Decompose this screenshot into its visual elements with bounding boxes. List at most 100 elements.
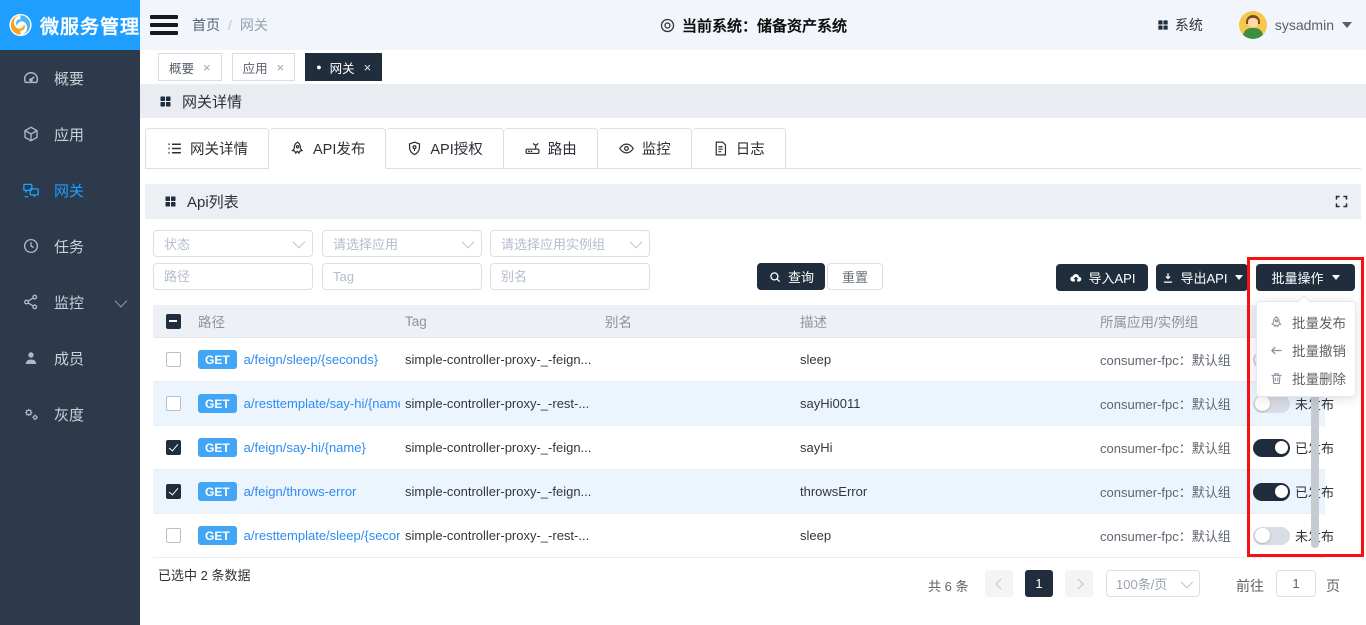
menu-item-batch-publish[interactable]: 批量发布 — [1257, 308, 1355, 336]
trash-icon — [1269, 371, 1284, 386]
hamburger-icon[interactable] — [150, 15, 178, 35]
sidebar-item-label: 应用 — [54, 124, 84, 145]
api-path-link[interactable]: a/feign/sleep/{seconds} — [244, 352, 378, 367]
api-path-link[interactable]: a/feign/say-hi/{name} — [244, 440, 366, 455]
api-path-link[interactable]: a/resttemplate/sleep/{seconc — [244, 528, 400, 543]
reset-button[interactable]: 重置 — [827, 263, 883, 290]
sidebar-item-overview[interactable]: 概要 — [0, 50, 140, 106]
path-input[interactable] — [153, 263, 313, 290]
select-placeholder: 请选择应用实例组 — [501, 234, 605, 253]
goto-page-input[interactable] — [1276, 570, 1316, 597]
import-api-button[interactable]: 导入API — [1056, 264, 1148, 291]
page-title: 网关详情 — [182, 91, 242, 112]
sidebar-item-gateway[interactable]: 网关 — [0, 162, 140, 218]
grid-icon — [163, 194, 178, 209]
row-checkbox[interactable] — [166, 440, 181, 455]
page-size-select[interactable]: 100条/页 — [1106, 570, 1200, 597]
batch-actions-button[interactable]: 批量操作 — [1256, 264, 1355, 291]
tag-tab-overview[interactable]: 概要 × — [158, 53, 222, 81]
tab-api-auth[interactable]: API授权 — [386, 128, 503, 169]
avatar[interactable] — [1239, 11, 1267, 39]
tab-api-publish[interactable]: API发布 — [269, 128, 386, 169]
gears-icon — [22, 405, 40, 423]
sidebar-item-members[interactable]: 成员 — [0, 330, 140, 386]
sidebar-item-gray[interactable]: 灰度 — [0, 386, 140, 442]
tab-gateway-detail[interactable]: 网关详情 — [145, 128, 269, 169]
app-cell: consumer-fpc：默认组 — [1095, 394, 1245, 413]
row-checkbox[interactable] — [166, 484, 181, 499]
tab-log[interactable]: 日志 — [692, 128, 786, 169]
publish-toggle[interactable] — [1253, 527, 1290, 545]
row-checkbox[interactable] — [166, 396, 181, 411]
tab-route[interactable]: 路由 — [504, 128, 598, 169]
row-checkbox[interactable] — [166, 528, 181, 543]
next-page-button[interactable] — [1065, 570, 1093, 597]
swirl-icon — [8, 9, 33, 41]
fullscreen-icon[interactable] — [1334, 194, 1349, 209]
column-tag: Tag — [400, 314, 600, 329]
alias-input[interactable] — [490, 263, 650, 290]
close-icon[interactable]: × — [364, 60, 372, 75]
app-logo: 微服务管理 — [0, 0, 140, 50]
prev-page-button[interactable] — [985, 570, 1013, 597]
instance-group-select[interactable]: 请选择应用实例组 — [490, 230, 650, 257]
search-label: 查询 — [788, 267, 814, 286]
close-icon[interactable]: × — [277, 60, 285, 75]
desc-cell: sayHi — [795, 440, 1095, 455]
chevron-down-icon — [630, 236, 643, 249]
publish-toggle[interactable] — [1253, 439, 1290, 457]
tab-label: 监控 — [642, 138, 671, 159]
menu-item-batch-revoke[interactable]: 批量撤销 — [1257, 336, 1355, 364]
status-select[interactable]: 状态 — [153, 230, 313, 257]
publish-toggle[interactable] — [1253, 483, 1290, 501]
tab-monitor[interactable]: 监控 — [598, 128, 692, 169]
system-menu-button[interactable]: 系统 — [1156, 15, 1203, 35]
tag-input[interactable] — [322, 263, 482, 290]
sidebar-item-apps[interactable]: 应用 — [0, 106, 140, 162]
table-row: GETa/feign/throws-error simple-controlle… — [153, 470, 1325, 514]
tag-label: 概要 — [169, 58, 194, 77]
tag-label: 应用 — [243, 58, 268, 77]
user-icon — [22, 349, 40, 367]
app-select[interactable]: 请选择应用 — [322, 230, 482, 257]
tab-label: 网关详情 — [190, 138, 248, 159]
search-button[interactable]: 查询 — [757, 263, 825, 290]
caret-down-icon[interactable] — [1342, 22, 1352, 28]
desc-cell: throwsError — [795, 484, 1095, 499]
export-api-button[interactable]: 导出API — [1156, 264, 1248, 291]
table-scrollbar[interactable] — [1311, 389, 1319, 548]
app-title: 微服务管理 — [40, 12, 140, 39]
page-number-button[interactable]: 1 — [1025, 570, 1053, 597]
table-header: 路径 Tag 别名 描述 所属应用/实例组 — [153, 305, 1325, 338]
api-path-link[interactable]: a/resttemplate/say-hi/{name} — [244, 396, 400, 411]
sidebar: 微服务管理 概要 应用 网关 任务 监控 成员 灰度 — [0, 0, 140, 625]
sidebar-item-tasks[interactable]: 任务 — [0, 218, 140, 274]
publish-toggle[interactable] — [1253, 395, 1290, 413]
sidebar-item-monitor[interactable]: 监控 — [0, 274, 140, 330]
sidebar-item-label: 概要 — [54, 68, 84, 89]
api-list-title: Api列表 — [187, 191, 239, 212]
nodes-icon — [22, 293, 40, 311]
tag-cell: simple-controller-proxy-_-rest-... — [400, 396, 600, 411]
username[interactable]: sysadmin — [1275, 17, 1334, 33]
column-app: 所属应用/实例组 — [1095, 311, 1245, 331]
topbar-right: 系统 sysadmin — [1156, 11, 1366, 39]
current-system-text: 当前系统：储备资产系统 — [682, 15, 847, 36]
log-icon — [712, 140, 729, 157]
api-path-link[interactable]: a/feign/throws-error — [244, 484, 357, 499]
row-checkbox[interactable] — [166, 352, 181, 367]
menu-item-label: 批量撤销 — [1292, 340, 1346, 360]
tag-tab-apps[interactable]: 应用 × — [232, 53, 296, 81]
tab-label: 日志 — [736, 138, 765, 159]
column-alias: 别名 — [600, 311, 795, 331]
grid-icon — [1156, 18, 1170, 32]
menu-item-batch-delete[interactable]: 批量删除 — [1257, 364, 1355, 392]
breadcrumb-current: 网关 — [240, 15, 268, 35]
goto-suffix: 页 — [1326, 576, 1340, 596]
close-icon[interactable]: × — [203, 60, 211, 75]
select-all-checkbox[interactable] — [166, 314, 181, 329]
desc-cell: sleep — [795, 528, 1095, 543]
breadcrumb-home[interactable]: 首页 — [192, 15, 220, 35]
tag-label: 网关 — [330, 58, 355, 77]
tag-tab-gateway[interactable]: ● 网关 × — [305, 53, 382, 81]
